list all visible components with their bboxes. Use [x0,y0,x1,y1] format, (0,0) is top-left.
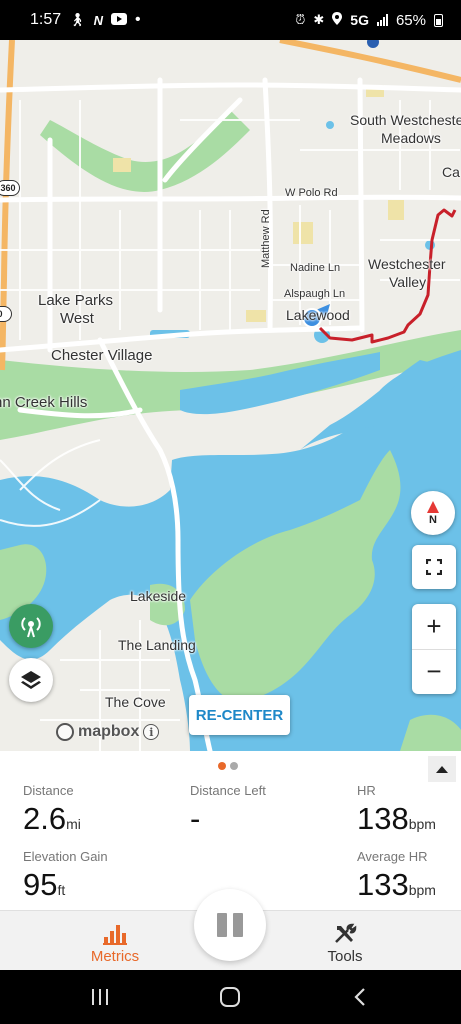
compass-button[interactable]: N [411,491,455,535]
info-icon[interactable]: i [143,724,160,740]
metric-average-hr-value: 133 [357,867,409,902]
metric-hr-label: HR [357,783,376,798]
map-label-w-polo-rd: W Polo Rd [285,187,338,199]
metric-distance-value: 2.6 [23,801,67,836]
map-label-the-cove: The Cove [105,694,166,710]
tab-metrics-label: Metrics [90,948,140,965]
bluetooth-icon: ✱ [313,12,325,27]
tab-tools[interactable]: Tools [290,911,400,971]
metric-elevation-gain-label: Elevation Gain [23,849,108,864]
system-navigation-bar [0,970,461,1024]
page-dot-1 [218,762,226,770]
map-label-south-westchester: South Westchester [350,112,461,128]
map-label-meadows: Meadows [381,130,441,146]
notification-dot: • [135,11,141,28]
app-notification-icon: N [93,12,104,28]
youtube-icon [111,12,128,28]
battery-percent: 65% [395,11,426,29]
pause-icon-bar-right [233,913,243,937]
tools-icon [335,923,357,943]
collapse-toggle-button[interactable] [428,756,456,782]
map-label-westchester: Westchester [368,256,446,272]
metrics-panel: Distance 2.6mi Distance Left - HR 138bpm… [0,751,461,910]
metric-distance: Distance 2.6mi [23,783,81,837]
map-label-lake-parks: Lake Parks [38,292,114,309]
metric-distance-label: Distance [23,783,74,798]
map-label-alspaugh-ln: Alspaugh Ln [284,288,346,300]
bar-chart-icon [103,925,127,945]
caret-up-icon [436,765,448,773]
tab-metrics[interactable]: Metrics [60,911,170,971]
map-view[interactable]: 360 0 South Westchester Meadows Ca W Pol… [0,40,461,751]
metric-elevation-gain: Elevation Gain 95ft [23,849,108,903]
map-label-west: West [60,310,94,327]
map-label-creek-hills: nn Creek Hills [0,394,88,411]
recents-button[interactable] [70,970,130,1024]
map-label-the-landing: The Landing [118,637,196,653]
metric-average-hr: Average HR 133bpm [357,849,436,903]
fullscreen-button[interactable] [412,545,456,589]
activity-icon: 🚶︎ [69,12,86,27]
page-dot-2 [230,762,238,770]
metric-elevation-gain-value: 95 [23,867,58,902]
metric-distance-left: Distance Left - [190,783,266,837]
zoom-controls: + − [412,604,456,694]
metric-distance-unit: mi [66,816,81,832]
status-bar: 1:57 🚶︎ N • ⏰︎ ✱ 5G 65% [0,0,461,40]
map-label-valley: Valley [389,274,427,290]
metric-distance-left-value: - [190,801,201,836]
north-arrow-icon [427,500,439,513]
map-label-nadine-ln: Nadine Ln [290,262,341,274]
back-icon [354,988,365,1006]
zoom-in-button[interactable]: + [412,604,456,650]
beacon-button[interactable] [9,604,53,648]
battery-icon [434,13,443,27]
metric-distance-left-label: Distance Left [190,783,266,798]
compass-north-label: N [429,513,437,526]
map-label-lakewood: Lakewood [286,307,350,323]
metric-average-hr-label: Average HR [357,849,428,864]
mapbox-wordmark: mapbox [78,723,140,740]
map-label-matthew-rd: Matthew Rd [260,209,272,268]
highway-shield-360: 360 [0,180,20,196]
back-button[interactable] [330,970,390,1024]
map-label-chester-village: Chester Village [51,347,153,364]
bottom-navigation: Metrics Tools [0,889,461,971]
recents-icon [92,989,108,1005]
map-label-lakeside: Lakeside [130,588,187,604]
zoom-out-button[interactable]: − [412,650,456,695]
metric-elevation-gain-unit: ft [57,882,66,898]
map-layers-button[interactable] [9,658,53,702]
location-icon [332,12,343,28]
map-label-ca: Ca [442,164,460,180]
home-button[interactable] [200,970,260,1024]
mapbox-logo-icon [56,723,74,741]
alarm-icon: ⏰︎ [295,12,306,27]
tab-tools-label: Tools [327,948,363,965]
page-indicator [218,762,238,770]
fullscreen-icon [426,559,442,575]
status-time: 1:57 [30,11,62,28]
broadcast-icon [21,617,41,638]
layers-icon [21,671,41,689]
home-icon [220,987,240,1007]
metric-hr-value: 138 [357,801,409,836]
pause-icon-bar-left [217,913,227,937]
pause-button[interactable] [194,889,266,961]
metric-hr-unit: bpm [408,816,436,832]
network-type: 5G [350,12,369,28]
metric-hr: HR 138bpm [357,783,436,837]
signal-icon [376,14,388,26]
recenter-button[interactable]: RE-CENTER [189,695,290,735]
mapbox-attribution[interactable]: mapbox i [56,723,160,741]
metric-average-hr-unit: bpm [408,882,436,898]
